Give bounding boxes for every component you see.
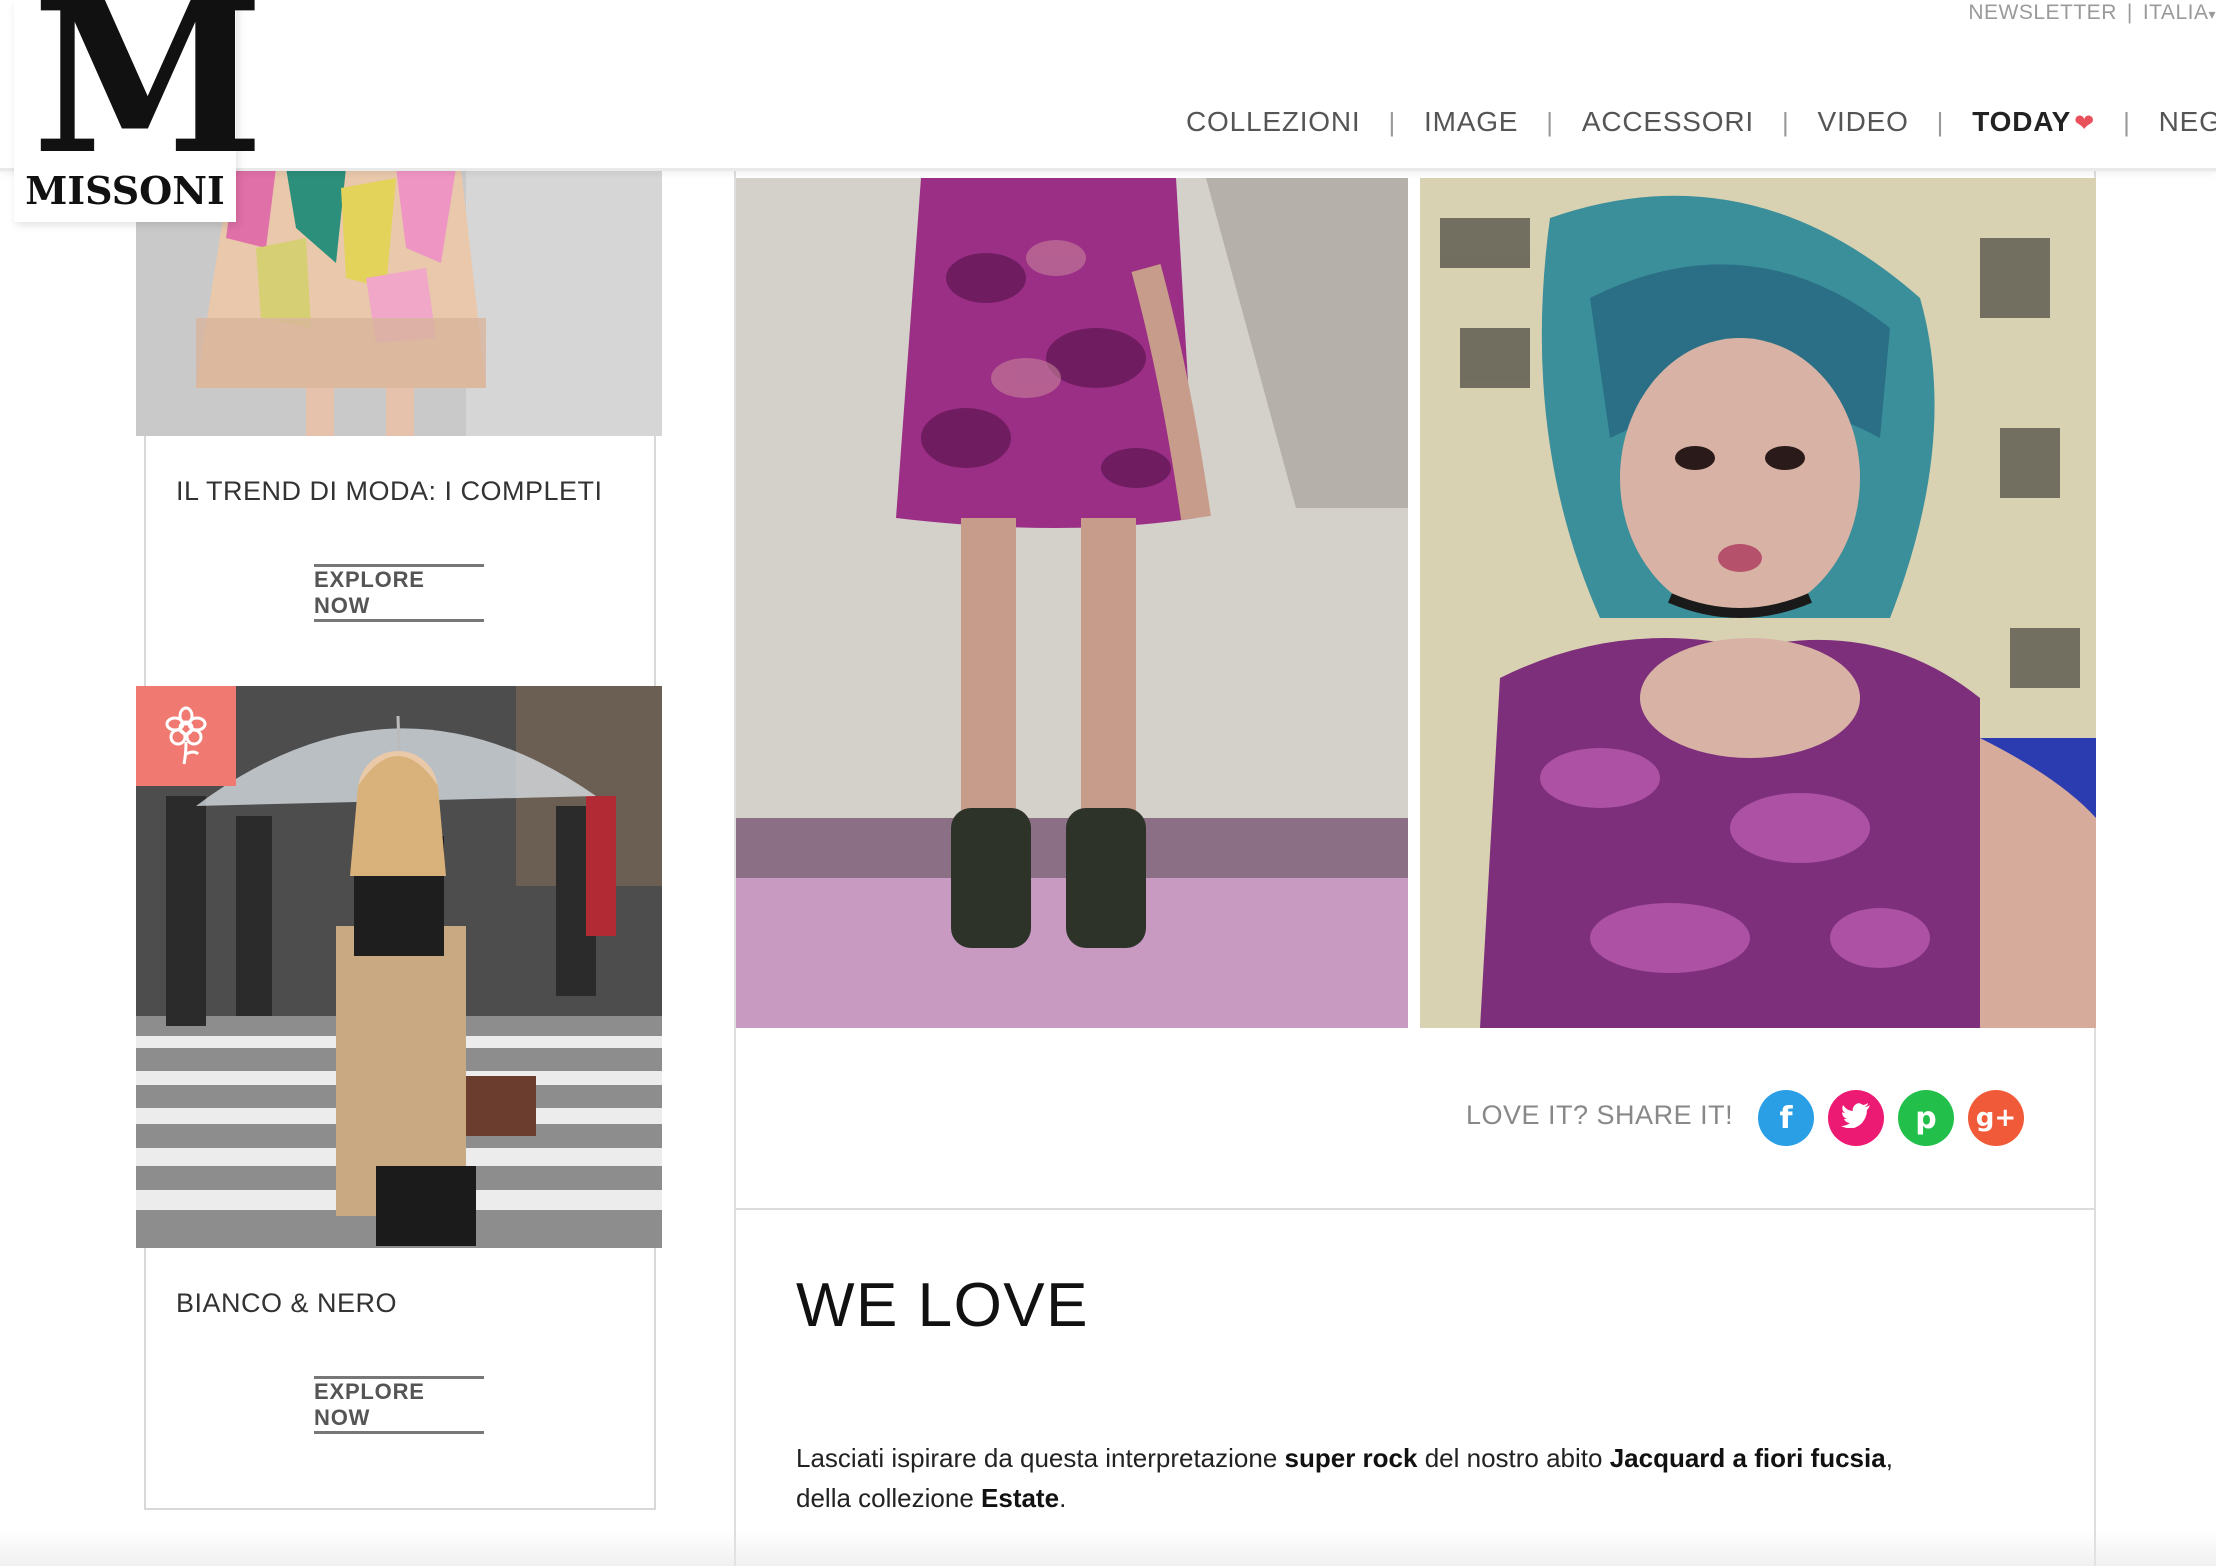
- nav-item-collezioni[interactable]: COLLEZIONI: [1186, 106, 1388, 138]
- nav-item-video[interactable]: VIDEO: [1790, 106, 1937, 138]
- nav-item-accessori[interactable]: ACCESSORI: [1554, 106, 1782, 138]
- teal-hair-selfie-photo: [1420, 178, 2096, 1028]
- fuchsia-dress-photo: [736, 178, 1408, 1028]
- nav-item-today[interactable]: TODAY ❤: [1944, 106, 2123, 138]
- googleplus-glyph: g+: [1975, 1103, 2017, 1133]
- nav-separator: |: [1388, 106, 1397, 137]
- logo-wordmark: MISSONI: [25, 168, 225, 213]
- newsletter-link[interactable]: NEWSLETTER: [1968, 1, 2117, 25]
- article-title: WE LOVE: [796, 1271, 1090, 1340]
- site-header: NEWSLETTER | ITALIA▾ COLLEZIONI | IMAGE …: [0, 0, 2216, 171]
- utility-nav: NEWSLETTER | ITALIA▾: [1968, 0, 2216, 26]
- nav-item-image[interactable]: IMAGE: [1396, 106, 1546, 138]
- card-completi: IL TREND DI MODA: I COMPLETI EXPLORE NOW: [144, 436, 656, 688]
- heart-icon: ❤: [2074, 110, 2096, 137]
- card-title: IL TREND DI MODA: I COMPLETI: [176, 476, 603, 506]
- nav-separator: |: [2126, 1, 2133, 24]
- description-text: della collezione: [796, 1483, 982, 1513]
- nav-separator: |: [1936, 106, 1945, 137]
- share-divider: [736, 1208, 2096, 1210]
- flower-badge: [136, 686, 236, 786]
- description-text: ,: [1885, 1443, 1893, 1473]
- description-text: .: [1059, 1483, 1067, 1513]
- flower-icon: [165, 706, 207, 765]
- pinterest-icon[interactable]: p: [1898, 1090, 1954, 1146]
- googleplus-icon[interactable]: g+: [1968, 1090, 2024, 1146]
- share-label: LOVE IT? SHARE IT!: [1466, 1100, 1734, 1130]
- card-title: BIANCO & NERO: [176, 1288, 398, 1318]
- twitter-glyph: [1841, 1101, 1871, 1136]
- nav-item-negozi[interactable]: NEGOZI: [2131, 106, 2216, 138]
- card-bianco-nero: BIANCO & NERO EXPLORE NOW: [144, 1248, 656, 1510]
- main-nav: COLLEZIONI | IMAGE | ACCESSORI | VIDEO |…: [1186, 100, 2216, 144]
- article-image-dress: [736, 178, 1408, 1028]
- description-emphasis: Jacquard a fiori fucsia: [1609, 1443, 1886, 1473]
- logo-letter: M: [32, 0, 264, 201]
- facebook-glyph: f: [1779, 1100, 1793, 1136]
- explore-now-button[interactable]: EXPLORE NOW: [314, 564, 484, 622]
- missoni-logo[interactable]: M MISSONI: [14, 0, 264, 222]
- nav-separator: |: [2123, 106, 2131, 137]
- nav-separator: |: [1781, 106, 1790, 137]
- country-selector[interactable]: ITALIA▾: [2143, 1, 2216, 25]
- nav-separator: |: [1546, 106, 1554, 137]
- description-text: del nostro abito: [1417, 1443, 1610, 1473]
- chevron-down-icon: ▾: [2208, 6, 2216, 22]
- country-label: ITALIA: [2142, 1, 2209, 24]
- twitter-icon[interactable]: [1828, 1090, 1884, 1146]
- nav-item-today-label: TODAY: [1972, 106, 2072, 137]
- description-emphasis: Estate: [981, 1483, 1060, 1513]
- description-text: Lasciati ispirare da questa interpretazi…: [796, 1443, 1285, 1473]
- article-description: Lasciati ispirare da questa interpretazi…: [796, 1438, 2036, 1518]
- pinterest-glyph: p: [1915, 1100, 1937, 1136]
- explore-now-button[interactable]: EXPLORE NOW: [314, 1376, 484, 1434]
- facebook-icon[interactable]: f: [1758, 1090, 1814, 1146]
- description-emphasis: super rock: [1284, 1443, 1418, 1473]
- article-image-selfie: [1420, 178, 2096, 1028]
